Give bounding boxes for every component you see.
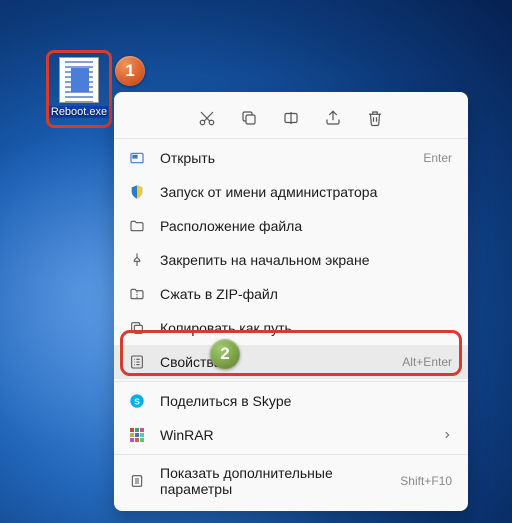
menu-item-file-location[interactable]: Расположение файла	[114, 209, 468, 243]
winrar-icon	[128, 426, 146, 444]
step-badge-1: 1	[115, 56, 145, 86]
menu-shortcut: Alt+Enter	[402, 355, 452, 369]
menu-item-winrar[interactable]: WinRAR	[114, 418, 468, 452]
menu-item-compress-zip[interactable]: Сжать в ZIP-файл	[114, 277, 468, 311]
shortcut-label: Reboot.exe	[49, 106, 109, 118]
menu-item-run-admin[interactable]: Запуск от имени администратора	[114, 175, 468, 209]
cut-icon[interactable]	[197, 108, 217, 128]
menu-shortcut: Enter	[423, 151, 452, 165]
chevron-right-icon	[442, 430, 452, 440]
menu-label: Запуск от имени администратора	[160, 184, 452, 200]
menu-divider	[114, 454, 468, 455]
menu-item-properties[interactable]: Свойства Alt+Enter	[114, 345, 468, 379]
desktop-shortcut[interactable]: Reboot.exe	[46, 50, 112, 128]
menu-label: Закрепить на начальном экране	[160, 252, 452, 268]
properties-icon	[128, 353, 146, 371]
copy-icon[interactable]	[239, 108, 259, 128]
menu-label: WinRAR	[160, 427, 442, 443]
svg-text:S: S	[134, 396, 140, 406]
delete-icon[interactable]	[365, 108, 385, 128]
copy-path-icon	[128, 319, 146, 337]
menu-divider	[114, 138, 468, 139]
menu-item-open[interactable]: Открыть Enter	[114, 141, 468, 175]
step-badge-2: 2	[210, 339, 240, 369]
menu-label: Сжать в ZIP-файл	[160, 286, 452, 302]
context-menu: Открыть Enter Запуск от имени администра…	[114, 92, 468, 511]
skype-icon: S	[128, 392, 146, 410]
menu-item-pin-start[interactable]: Закрепить на начальном экране	[114, 243, 468, 277]
menu-item-more-options[interactable]: Показать дополнительные параметры Shift+…	[114, 457, 468, 505]
shield-icon	[128, 183, 146, 201]
menu-label: Открыть	[160, 150, 423, 166]
menu-label: Свойства	[160, 354, 402, 370]
rename-icon[interactable]	[281, 108, 301, 128]
menu-item-share-skype[interactable]: S Поделиться в Skype	[114, 384, 468, 418]
menu-label: Поделиться в Skype	[160, 393, 452, 409]
zip-icon	[128, 285, 146, 303]
share-icon[interactable]	[323, 108, 343, 128]
open-app-icon	[128, 149, 146, 167]
folder-icon	[128, 217, 146, 235]
executable-icon	[59, 57, 99, 103]
more-options-icon	[128, 472, 146, 490]
menu-item-copy-path[interactable]: Копировать как путь	[114, 311, 468, 345]
menu-label: Расположение файла	[160, 218, 452, 234]
menu-divider	[114, 381, 468, 382]
menu-shortcut: Shift+F10	[400, 474, 452, 488]
menu-label: Копировать как путь	[160, 320, 452, 336]
quick-action-bar	[114, 98, 468, 136]
pin-icon	[128, 251, 146, 269]
menu-label: Показать дополнительные параметры	[160, 465, 400, 497]
